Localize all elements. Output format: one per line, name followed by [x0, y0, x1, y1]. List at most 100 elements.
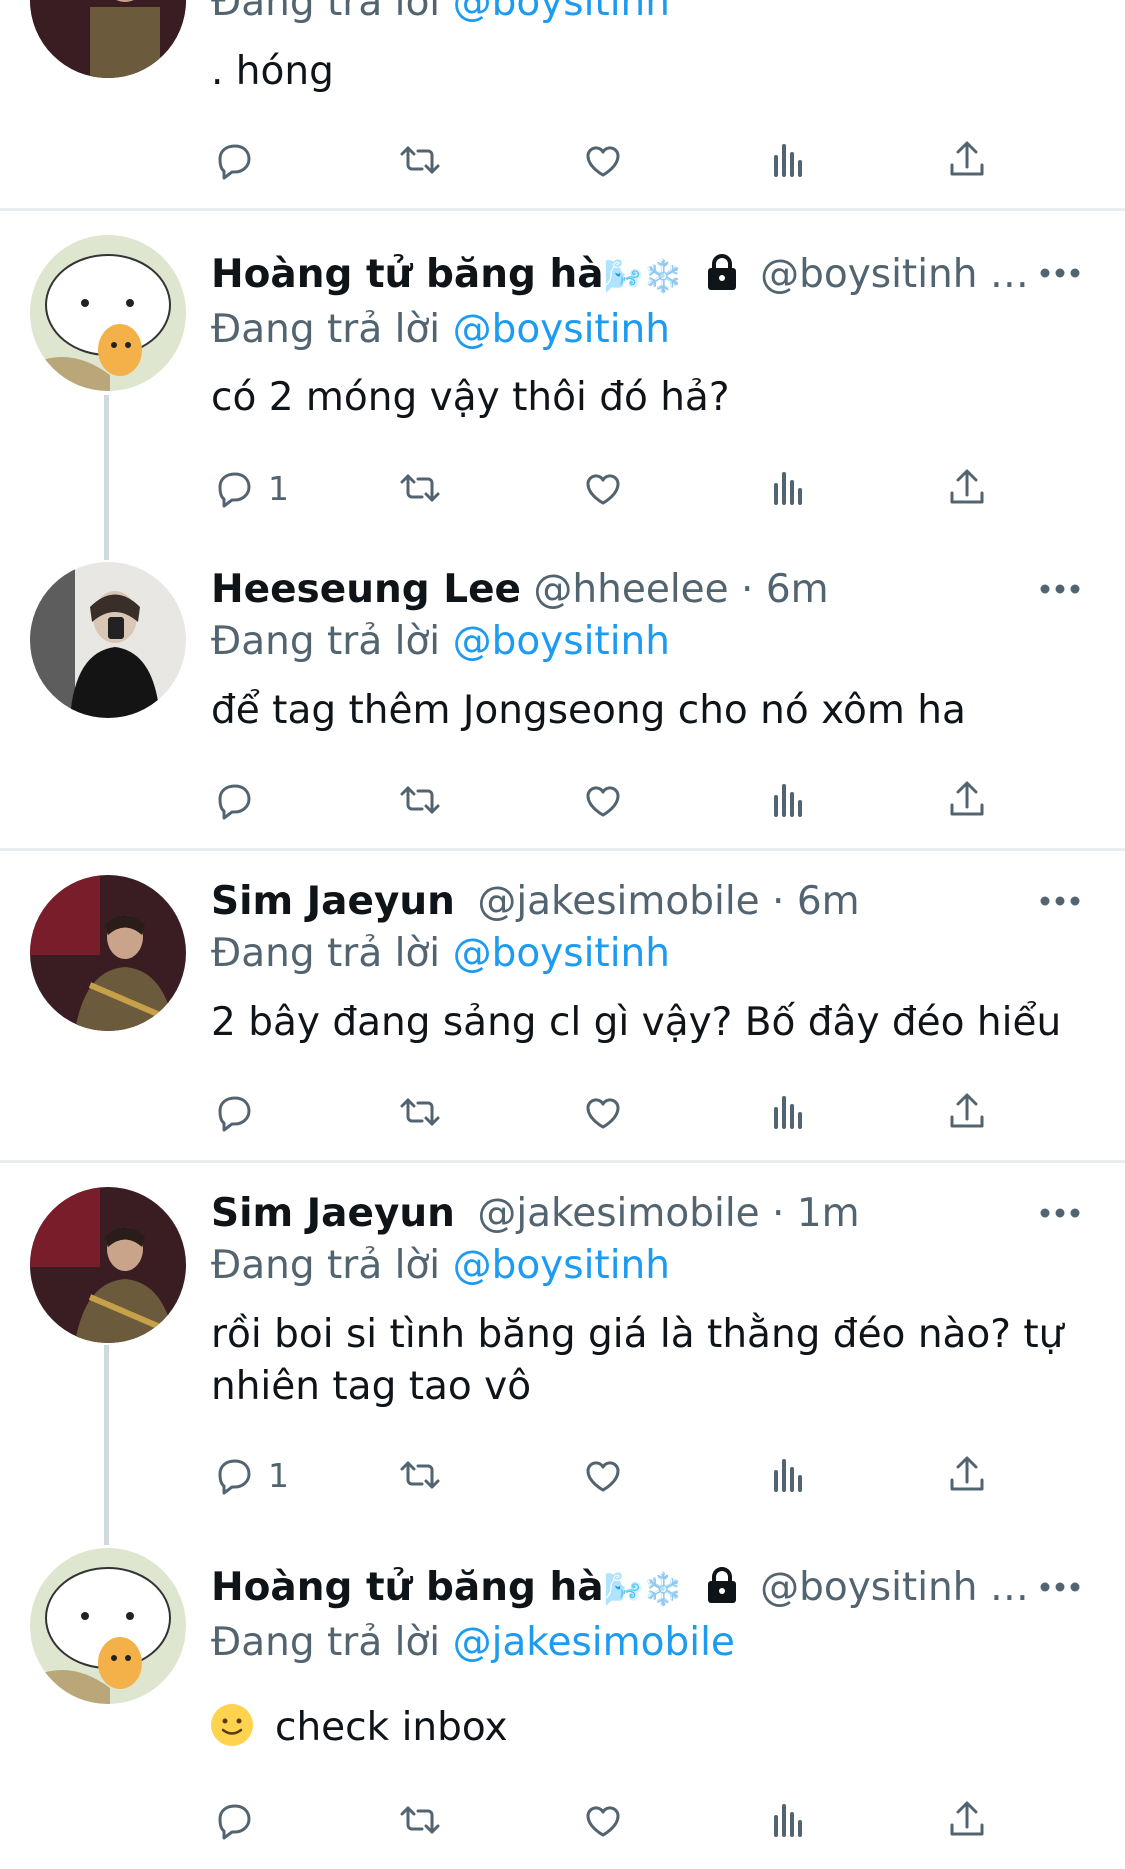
retweet-icon: [400, 474, 440, 502]
share-button[interactable]: [942, 1082, 992, 1142]
like-button[interactable]: [578, 1445, 628, 1505]
user-handle[interactable]: @jakesimobile · 1m: [477, 1191, 859, 1236]
retweet-button[interactable]: [395, 458, 445, 518]
display-name[interactable]: Sim Jaeyun: [211, 879, 455, 924]
share-button[interactable]: [942, 1445, 992, 1505]
avatar[interactable]: [30, 235, 186, 391]
like-icon: [586, 786, 620, 817]
share-button[interactable]: [942, 770, 992, 830]
share-button[interactable]: [942, 458, 992, 518]
user-handle[interactable]: @boysitinh …: [760, 252, 1029, 297]
analytics-icon: [774, 784, 802, 817]
tweet-header: Heeseung Lee @hheelee · 6m: [211, 565, 1030, 615]
tweet-text: 2 bây đang sảng cl gì vậy? Bố đây đéo hi…: [211, 1000, 1062, 1045]
more-button[interactable]: [1035, 1198, 1085, 1228]
mention-link[interactable]: @boysitinh: [453, 619, 670, 664]
analytics-button[interactable]: [762, 1445, 812, 1505]
retweet-icon: [400, 1806, 440, 1834]
more-button[interactable]: [1035, 574, 1085, 604]
analytics-button[interactable]: [762, 1790, 812, 1850]
like-icon: [586, 1098, 620, 1129]
avatar[interactable]: [30, 562, 186, 718]
analytics-icon: [774, 144, 802, 177]
tweet-text: . hóng: [211, 49, 334, 94]
reply-context: Đang trả lời @boysitinh: [211, 931, 670, 976]
tweet-header: Hoàng tử băng hà🌬️❄️ @boysitinh …: [211, 1563, 1030, 1614]
mention-link[interactable]: @boysitinh: [453, 931, 670, 976]
reply-count: 1: [268, 1455, 289, 1495]
reply-icon: [218, 784, 251, 820]
retweet-button[interactable]: [395, 130, 445, 190]
reply-context: Đang trả lời @boysitinh: [211, 619, 670, 664]
mention-link[interactable]: @boysitinh: [453, 0, 670, 25]
more-icon: [1040, 268, 1080, 278]
mention-link[interactable]: @boysitinh: [453, 307, 670, 352]
user-handle[interactable]: @hheelee · 6m: [533, 567, 828, 612]
mention-link[interactable]: @boysitinh: [453, 1243, 670, 1288]
more-button[interactable]: [1035, 258, 1085, 288]
analytics-icon: [774, 472, 802, 505]
reply-button[interactable]: [210, 770, 260, 830]
reply-button[interactable]: [210, 1790, 260, 1850]
analytics-icon: [774, 1096, 802, 1129]
reply-button[interactable]: [210, 1082, 260, 1142]
lock-icon: [707, 254, 736, 290]
retweet-icon: [400, 1461, 440, 1489]
reply-icon: [218, 1804, 251, 1840]
avatar[interactable]: [30, 875, 186, 1031]
divider: [0, 848, 1125, 851]
analytics-button[interactable]: [762, 458, 812, 518]
tweet-0[interactable]: Đang trả lời @boysitinh . hóng: [0, 0, 1125, 210]
share-icon: [950, 1456, 984, 1491]
reply-icon: [218, 1096, 251, 1132]
name-emoji: 🌬️❄️: [603, 257, 684, 295]
like-button[interactable]: [578, 770, 628, 830]
reply-button[interactable]: 1: [210, 458, 289, 518]
user-handle[interactable]: @jakesimobile · 6m: [477, 879, 859, 924]
like-button[interactable]: [578, 1790, 628, 1850]
display-name[interactable]: Hoàng tử băng hà: [211, 1565, 604, 1610]
analytics-button[interactable]: [762, 1082, 812, 1142]
retweet-button[interactable]: [395, 1082, 445, 1142]
display-name[interactable]: Hoàng tử băng hà: [211, 252, 604, 297]
like-icon: [586, 1806, 620, 1837]
retweet-button[interactable]: [395, 1445, 445, 1505]
like-icon: [586, 474, 620, 505]
reply-button[interactable]: [210, 130, 260, 190]
display-name[interactable]: Sim Jaeyun: [211, 1191, 455, 1236]
retweet-button[interactable]: [395, 1790, 445, 1850]
user-handle[interactable]: @boysitinh …: [760, 1565, 1029, 1610]
more-icon: [1040, 584, 1080, 594]
analytics-button[interactable]: [762, 130, 812, 190]
tweet-header: Hoàng tử băng hà🌬️❄️ @boysitinh …: [211, 250, 1030, 301]
avatar[interactable]: [30, 1548, 186, 1704]
avatar[interactable]: [30, 1187, 186, 1343]
divider: [0, 208, 1125, 211]
reply-context: Đang trả lời @boysitinh: [211, 307, 670, 352]
divider: [0, 1160, 1125, 1163]
mention-link[interactable]: @jakesimobile: [453, 1620, 735, 1665]
share-button[interactable]: [942, 130, 992, 190]
action-bar: 1: [0, 458, 1125, 518]
retweet-icon: [400, 786, 440, 814]
like-icon: [586, 1461, 620, 1492]
like-button[interactable]: [578, 130, 628, 190]
reply-context: Đang trả lời @boysitinh: [211, 0, 670, 28]
display-name[interactable]: Heeseung Lee: [211, 567, 521, 612]
retweet-button[interactable]: [395, 770, 445, 830]
analytics-button[interactable]: [762, 770, 812, 830]
reply-icon: [218, 144, 251, 180]
more-button[interactable]: [1035, 1572, 1085, 1602]
like-icon: [586, 146, 620, 177]
action-bar: [0, 1082, 1125, 1142]
analytics-icon: [774, 1804, 802, 1837]
reply-button[interactable]: 1: [210, 1445, 289, 1505]
share-button[interactable]: [942, 1790, 992, 1850]
more-button[interactable]: [1035, 886, 1085, 916]
reply-context: Đang trả lời @jakesimobile: [211, 1620, 735, 1665]
like-button[interactable]: [578, 1082, 628, 1142]
tweet-text: rồi boi si tình băng giá là thằng đéo nà…: [211, 1312, 1064, 1409]
share-icon: [950, 781, 984, 816]
avatar[interactable]: [30, 0, 186, 78]
like-button[interactable]: [578, 458, 628, 518]
